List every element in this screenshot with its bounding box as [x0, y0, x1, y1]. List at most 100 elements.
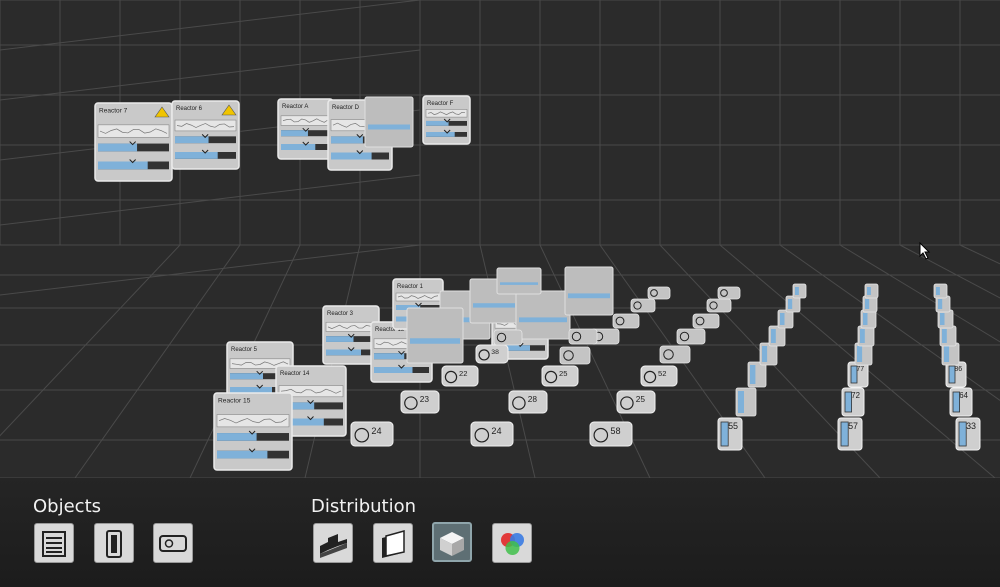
dial-badge[interactable]: 23	[400, 390, 440, 414]
vertical-gauge-distant[interactable]	[939, 325, 957, 347]
sparkline-box	[97, 124, 170, 138]
dial-badge-distant[interactable]	[659, 345, 691, 364]
reactor-card[interactable]: Reactor 15	[213, 392, 293, 471]
slider-fill	[230, 373, 263, 380]
reactor-card-title: Reactor F	[427, 101, 454, 107]
reactor-card-title: Reactor 6	[176, 106, 203, 112]
reactor-cards: Reactor 7 Reactor 6 Reactor A Reactor D Reac…	[94, 95, 614, 471]
distribution-bars-button[interactable]	[313, 523, 353, 563]
dial-value: 24	[371, 426, 381, 436]
reactor-card-title: Reactor 7	[99, 108, 128, 115]
slider-fill	[98, 161, 148, 170]
vertical-gauge[interactable]: 55	[717, 417, 743, 451]
dial-badge-icon	[159, 535, 187, 552]
dial-value: 38	[491, 349, 499, 356]
vertical-gauge-distant[interactable]	[860, 309, 877, 329]
reactor-card-title: Reactor 15	[218, 398, 251, 405]
gauge-value: 72	[851, 391, 860, 400]
reactor-card-distant[interactable]	[496, 267, 542, 295]
objects-dial-button[interactable]	[153, 523, 193, 563]
reactor-card-distant[interactable]	[364, 96, 414, 148]
objects-list-button[interactable]	[34, 523, 74, 563]
stacked-panels-icon	[382, 530, 405, 558]
vertical-gauge-distant[interactable]	[937, 309, 954, 329]
reactor-card-distant[interactable]	[406, 307, 464, 364]
reactor-card-title: Reactor 3	[327, 311, 354, 317]
vertical-gauge-distant[interactable]	[933, 283, 948, 299]
distribution-label: Distribution	[311, 496, 417, 517]
dial-badge[interactable]: 58	[589, 421, 633, 447]
dial-badge[interactable]: 25	[616, 390, 656, 414]
slider-fill	[326, 336, 354, 342]
gauge-value: 57	[848, 421, 858, 431]
slider-fill	[331, 136, 363, 144]
vertical-gauge[interactable]: 57	[837, 417, 863, 451]
mouse-cursor-icon	[919, 242, 931, 260]
dial-badge[interactable]: 38	[475, 344, 509, 364]
vertical-gauge-distant[interactable]	[747, 361, 767, 388]
slider-fill	[217, 450, 268, 459]
vertical-gauge-distant[interactable]	[857, 325, 875, 347]
dial-value: 25	[636, 394, 646, 404]
vertical-gauge-distant[interactable]	[735, 387, 757, 417]
dial-value: 58	[610, 426, 620, 436]
dial-badge-distant[interactable]	[647, 286, 671, 300]
dial-badge[interactable]: 25	[541, 365, 579, 387]
dial-badge-distant[interactable]	[692, 313, 720, 329]
dial-badge[interactable]: 52	[640, 365, 678, 387]
dial-badge-distant[interactable]	[630, 298, 656, 313]
list-lines-icon	[42, 531, 66, 557]
reactor-card-title: Reactor A	[282, 104, 308, 110]
distribution-color-button[interactable]	[492, 523, 532, 563]
dial-badge-distant[interactable]	[706, 298, 732, 313]
vertical-gauge[interactable]: 33	[955, 417, 981, 451]
dial-badge-distant[interactable]	[559, 346, 591, 365]
vertical-gauge[interactable]: 77	[847, 361, 869, 388]
objects-gauge-button[interactable]	[94, 523, 134, 563]
dial-value: 22	[459, 369, 467, 378]
dial-badge[interactable]: 24	[350, 421, 394, 447]
distribution-panels-button[interactable]	[373, 523, 413, 563]
dial-badge-distant[interactable]	[612, 313, 640, 329]
slider-fill	[175, 152, 218, 159]
reactor-card-distant[interactable]	[564, 266, 614, 316]
dial-badge[interactable]: 22	[441, 365, 479, 387]
slider-fill	[98, 143, 138, 152]
vertical-gauge-distant[interactable]	[777, 309, 794, 329]
vertical-gauge[interactable]: 72	[841, 387, 865, 417]
slider-fill	[281, 130, 308, 137]
dial-badge[interactable]: 24	[470, 421, 514, 447]
vertical-gauge[interactable]: 64	[949, 387, 973, 417]
dial-badge[interactable]: 28	[508, 390, 548, 414]
dial-badge-distant[interactable]	[676, 328, 706, 345]
slider-fill	[326, 349, 361, 356]
vertical-gauge-distant[interactable]	[792, 283, 807, 299]
dial-badge-distant[interactable]	[493, 329, 523, 346]
color-circles-icon	[501, 533, 524, 555]
dial-badge-distant[interactable]	[568, 328, 598, 345]
gauge-value: 33	[966, 421, 976, 431]
gauge-value: 55	[728, 421, 738, 431]
reactor-card-title: Reactor 14	[280, 371, 310, 377]
reactor-card-title: Reactor 5	[231, 347, 258, 353]
reactor-card[interactable]: Reactor 7	[94, 102, 173, 182]
slider-fill	[426, 132, 455, 137]
vertical-gauge[interactable]: 86	[945, 361, 967, 388]
gauge-value: 64	[959, 391, 968, 400]
dial-value: 25	[559, 369, 567, 378]
vertical-gauge-icon	[106, 530, 122, 558]
dial-value: 28	[528, 394, 538, 404]
distribution-cube-button[interactable]	[432, 522, 472, 562]
bar-blocks-icon	[320, 534, 347, 558]
reactor-card[interactable]: Reactor 6	[171, 100, 240, 170]
gauge-value: 77	[856, 366, 864, 373]
dial-badge-distant[interactable]	[717, 286, 741, 300]
slider-fill	[175, 136, 209, 144]
reactor-card[interactable]: Reactor F	[422, 95, 471, 145]
reactor-card[interactable]: Reactor A	[277, 98, 334, 160]
vertical-gauge-distant[interactable]	[768, 325, 786, 347]
slider-fill	[217, 433, 257, 441]
vertical-gauge-distant[interactable]	[864, 283, 879, 299]
slider-fill	[331, 152, 372, 160]
reactor-card-distant[interactable]	[515, 290, 571, 340]
